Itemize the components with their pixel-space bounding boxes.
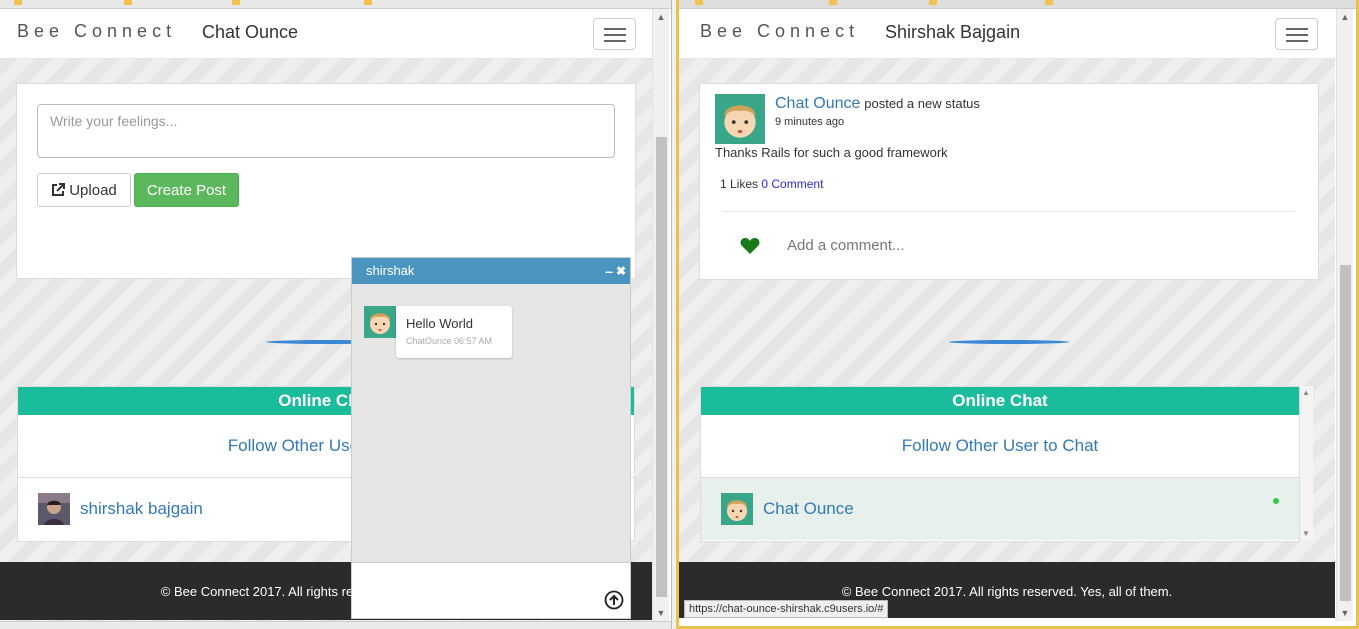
post-time: 9 minutes ago bbox=[775, 116, 845, 128]
tab-strip bbox=[679, 0, 1356, 9]
left-browser-window: Bee Connect Chat Ounce Upload Create Pos… bbox=[0, 0, 672, 629]
chat-message-meta: ChatOunce 06:57 AM bbox=[406, 336, 493, 346]
online-user-name: Chat Ounce bbox=[763, 499, 854, 518]
status-bar-url: https://chat-ounce-shirshak.c9users.io/# bbox=[684, 600, 889, 618]
scroll-down-icon[interactable]: ▼ bbox=[653, 605, 669, 621]
close-icon[interactable]: ✖ bbox=[616, 258, 626, 284]
chat-window: shirshak – ✖ Hello World ChatOunce 06:57… bbox=[351, 257, 631, 619]
post-stats: 1 Likes 0 Comment bbox=[720, 177, 823, 191]
comment-input[interactable]: Add a comment... bbox=[787, 237, 905, 254]
right-scrollbar[interactable]: ▲ ▼ bbox=[1336, 9, 1353, 621]
online-chat-panel: Online Chat Follow Other User to Chat Ch… bbox=[700, 386, 1300, 542]
chat-message-input[interactable] bbox=[352, 562, 630, 618]
heart-icon[interactable] bbox=[740, 237, 760, 255]
footer-copyright: © Bee Connect 2017. All rights reserved.… bbox=[841, 583, 1173, 599]
online-user-name: shirshak bajgain bbox=[80, 499, 203, 518]
left-scrollbar[interactable]: ▲ ▼ bbox=[652, 9, 669, 621]
status-post-card: Chat Ounce posted a new status 9 minutes… bbox=[699, 83, 1319, 280]
upload-label: Upload bbox=[69, 181, 117, 199]
scroll-up-icon[interactable]: ▲ bbox=[1337, 9, 1353, 25]
post-input[interactable] bbox=[37, 104, 615, 158]
avatar[interactable] bbox=[715, 94, 765, 144]
scroll-up-icon[interactable]: ▲ bbox=[653, 9, 669, 25]
online-panel-scrollbar[interactable]: ▲ ▼ bbox=[1300, 386, 1313, 540]
nav-username[interactable]: Shirshak Bajgain bbox=[885, 22, 1020, 43]
post-body: Thanks Rails for such a good framework bbox=[715, 145, 948, 160]
scroll-up-icon[interactable]: ▲ bbox=[1302, 388, 1310, 397]
post-author-link[interactable]: Chat Ounce bbox=[775, 95, 860, 112]
chat-window-header[interactable]: shirshak – ✖ bbox=[352, 258, 630, 284]
online-user-item[interactable]: Chat Ounce bbox=[701, 478, 1299, 540]
chat-window-title: shirshak bbox=[366, 263, 415, 278]
minimize-icon[interactable]: – bbox=[605, 258, 613, 284]
scroll-thumb[interactable] bbox=[1340, 265, 1351, 601]
avatar bbox=[364, 306, 396, 338]
hamburger-menu-button[interactable] bbox=[593, 18, 636, 50]
loading-indicator bbox=[949, 340, 1069, 344]
upload-button[interactable]: Upload bbox=[37, 173, 131, 207]
scroll-down-icon[interactable]: ▼ bbox=[1302, 529, 1310, 538]
online-chat-header: Online Chat bbox=[701, 387, 1299, 415]
upload-arrow-icon[interactable] bbox=[604, 590, 624, 610]
tab-strip bbox=[0, 0, 671, 9]
bottom-strip bbox=[0, 621, 671, 629]
chat-message-text: Hello World bbox=[406, 316, 473, 331]
divider bbox=[723, 211, 1295, 212]
chat-message: Hello World ChatOunce 06:57 AM bbox=[396, 306, 512, 358]
navbar: Bee Connect Chat Ounce bbox=[0, 9, 652, 59]
follow-other-user-link[interactable]: Follow Other User to Chat bbox=[701, 415, 1299, 478]
post-composer-card: Upload Create Post bbox=[16, 83, 636, 279]
brand-logo[interactable]: Bee Connect bbox=[17, 21, 176, 42]
post-header: Chat Ounce posted a new status bbox=[775, 95, 980, 113]
scroll-down-icon[interactable]: ▼ bbox=[1337, 605, 1353, 621]
online-status-dot bbox=[1273, 498, 1279, 504]
nav-username[interactable]: Chat Ounce bbox=[202, 22, 298, 43]
create-post-button[interactable]: Create Post bbox=[134, 173, 239, 207]
navbar: Bee Connect Shirshak Bajgain bbox=[679, 9, 1335, 59]
likes-count: 1 Likes bbox=[720, 177, 759, 191]
scroll-thumb[interactable] bbox=[656, 137, 667, 597]
comments-link[interactable]: 0 Comment bbox=[761, 177, 823, 191]
avatar bbox=[721, 493, 753, 525]
brand-logo[interactable]: Bee Connect bbox=[700, 21, 859, 42]
external-link-icon bbox=[52, 183, 66, 196]
hamburger-menu-button[interactable] bbox=[1275, 18, 1318, 50]
avatar bbox=[38, 493, 70, 525]
post-action: posted a new status bbox=[864, 96, 980, 111]
